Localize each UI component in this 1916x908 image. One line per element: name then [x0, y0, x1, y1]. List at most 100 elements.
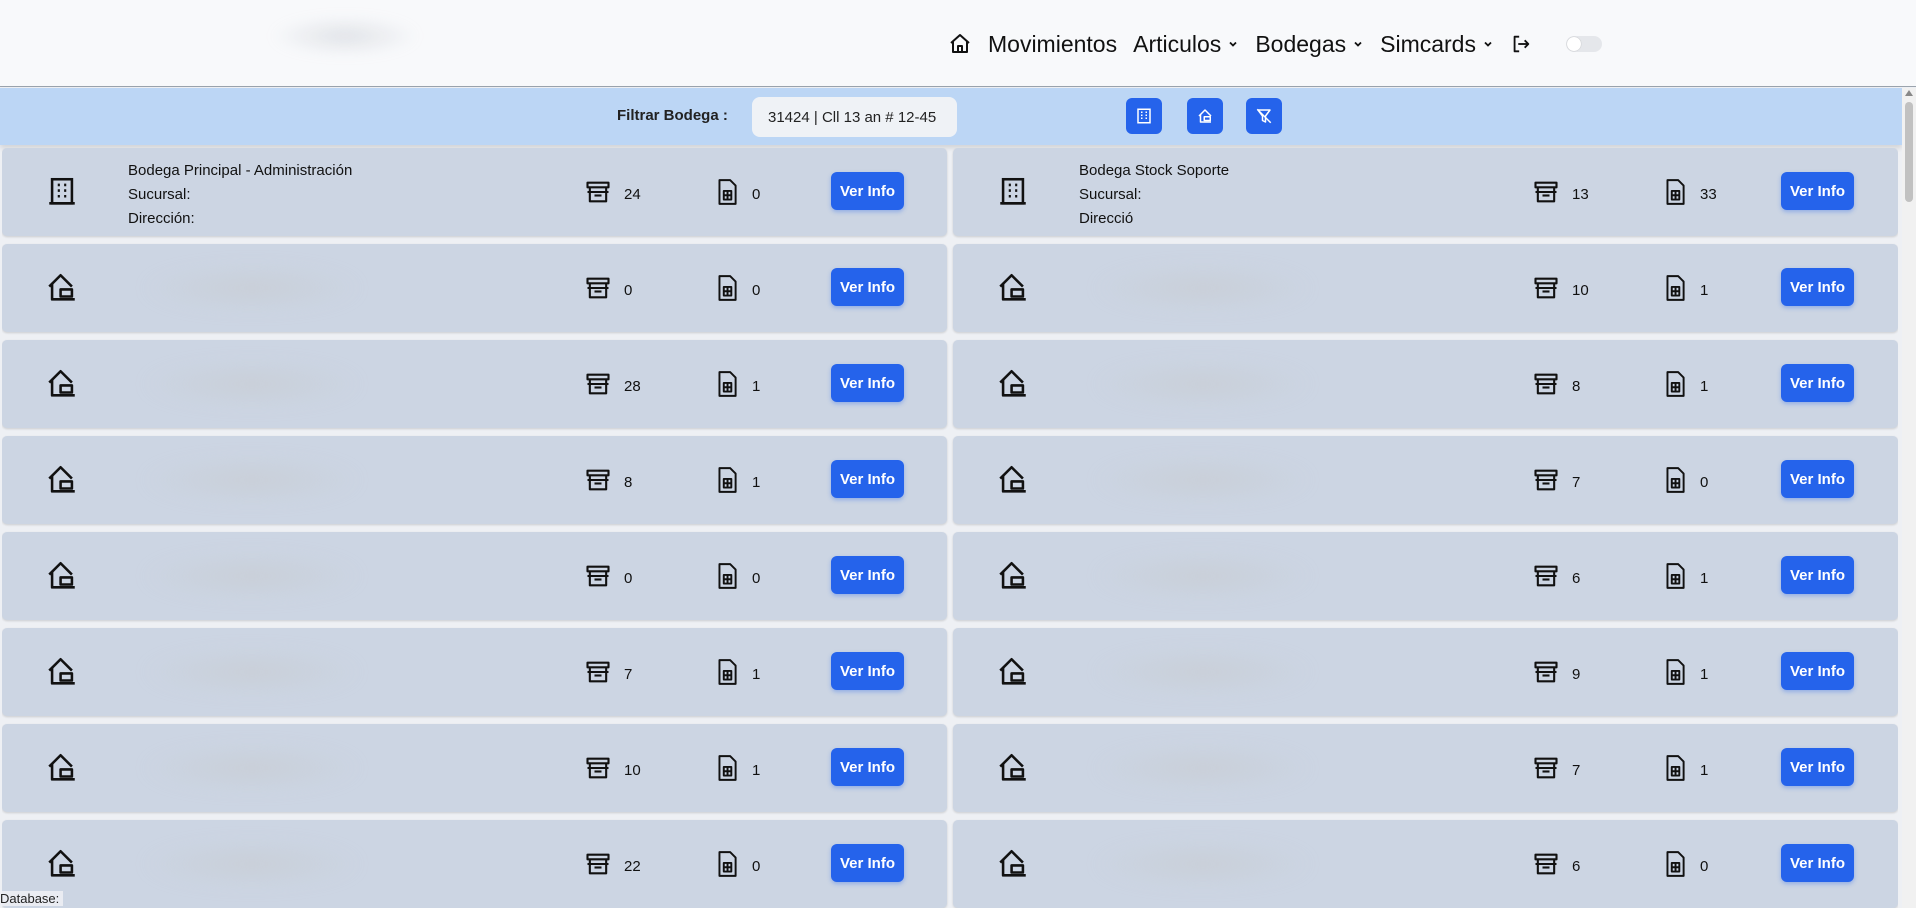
simcards-count-value: 1	[752, 377, 761, 395]
simcards-count: 1	[1662, 562, 1708, 594]
simcards-count-value: 0	[752, 281, 761, 299]
nav-articulos[interactable]: Articulos	[1133, 31, 1239, 58]
archive-icon	[584, 850, 612, 882]
redacted-text	[142, 840, 362, 888]
nav-simcards[interactable]: Simcards	[1380, 31, 1494, 58]
items-count: 24	[584, 178, 641, 210]
bodega-info: Bodega Principal - Administración Sucursa…	[128, 159, 352, 231]
simcards-count-value: 0	[1700, 473, 1709, 491]
bodega-card: Bodega Stock Soporte Sucursal: Direcció 13 3…	[953, 148, 1898, 236]
filter-bodega-input[interactable]	[752, 97, 957, 137]
items-count-value: 9	[1572, 665, 1581, 683]
ver-info-button[interactable]: Ver Info	[1781, 748, 1854, 786]
filter-clear-icon	[1256, 108, 1272, 124]
bodega-card: Bodega Principal - Administración Sucursa…	[2, 148, 947, 236]
items-count-value: 22	[624, 857, 641, 875]
bodega-card: 9 1 Ver Info	[953, 628, 1898, 716]
bodega-direccion: Direcció	[1079, 210, 1134, 227]
simcard-icon	[1662, 178, 1688, 210]
archive-icon	[1532, 562, 1560, 594]
simcard-icon	[714, 274, 740, 306]
bodega-card: 0 0 Ver Info	[2, 532, 947, 620]
scroll-thumb[interactable]	[1905, 102, 1913, 202]
ver-info-button[interactable]: Ver Info	[831, 172, 904, 210]
simcards-count-value: 1	[1700, 665, 1709, 683]
simcards-count: 33	[1662, 178, 1717, 210]
items-count-value: 8	[624, 473, 633, 491]
warehouse-home-icon	[45, 751, 79, 790]
filter-home-button[interactable]	[1187, 98, 1223, 134]
clear-filter-button[interactable]	[1246, 98, 1282, 134]
redacted-text	[1093, 360, 1313, 408]
ver-info-button[interactable]: Ver Info	[831, 652, 904, 690]
simcards-count: 1	[714, 754, 760, 786]
ver-info-button[interactable]: Ver Info	[831, 364, 904, 402]
items-count: 0	[584, 562, 632, 594]
ver-info-button[interactable]: Ver Info	[1781, 556, 1854, 594]
ver-info-button[interactable]: Ver Info	[1781, 364, 1854, 402]
items-count-value: 6	[1572, 857, 1581, 875]
redacted-text	[1093, 648, 1313, 696]
redacted-text	[1093, 744, 1313, 792]
simcards-count: 1	[1662, 274, 1708, 306]
bodega-card: 7 1 Ver Info	[953, 724, 1898, 812]
bodegas-grid: Bodega Principal - Administración Sucursa…	[2, 148, 1898, 908]
simcards-count: 1	[1662, 754, 1708, 786]
ver-info-button[interactable]: Ver Info	[831, 844, 904, 882]
archive-icon	[1532, 850, 1560, 882]
simcards-count: 0	[1662, 466, 1708, 498]
nav-movimientos[interactable]: Movimientos	[988, 31, 1117, 58]
simcards-count-value: 0	[752, 569, 761, 587]
scroll-up-arrow[interactable]	[1905, 90, 1913, 96]
archive-icon	[1532, 658, 1560, 690]
items-count: 10	[584, 754, 641, 786]
ver-info-button[interactable]: Ver Info	[1781, 172, 1854, 210]
simcard-icon	[714, 754, 740, 786]
archive-icon	[584, 658, 612, 690]
warehouse-home-icon	[996, 655, 1030, 694]
home-icon[interactable]	[948, 32, 972, 56]
ver-info-button[interactable]: Ver Info	[831, 556, 904, 594]
ver-info-button[interactable]: Ver Info	[831, 748, 904, 786]
theme-toggle[interactable]	[1565, 36, 1602, 52]
items-count-value: 24	[624, 185, 641, 203]
logo[interactable]	[270, 16, 420, 56]
simcard-icon	[1662, 562, 1688, 594]
simcards-count: 1	[1662, 370, 1708, 402]
top-navbar: Movimientos Articulos Bodegas Simcards	[0, 0, 1916, 87]
bodega-sucursal: Sucursal:	[1079, 186, 1142, 203]
simcards-count: 1	[1662, 658, 1708, 690]
simcard-icon	[1662, 274, 1688, 306]
items-count-value: 7	[624, 665, 633, 683]
bodega-card: 22 0 Ver Info	[2, 820, 947, 908]
ver-info-button[interactable]: Ver Info	[1781, 268, 1854, 306]
simcard-icon	[1662, 370, 1688, 402]
ver-info-button[interactable]: Ver Info	[1781, 460, 1854, 498]
filter-building-button[interactable]	[1126, 98, 1162, 134]
scrollbar[interactable]	[1902, 88, 1916, 908]
items-count-value: 10	[624, 761, 641, 779]
items-count: 9	[1532, 658, 1580, 690]
bodega-card: 10 1 Ver Info	[2, 724, 947, 812]
items-count: 13	[1532, 178, 1589, 210]
warehouse-home-icon	[45, 271, 79, 310]
nav-bodegas[interactable]: Bodegas	[1255, 31, 1364, 58]
warehouse-home-icon	[45, 655, 79, 694]
bodega-sucursal: Sucursal:	[128, 186, 191, 203]
items-count: 7	[1532, 466, 1580, 498]
ver-info-button[interactable]: Ver Info	[1781, 844, 1854, 882]
archive-icon	[1532, 370, 1560, 402]
simcards-count: 0	[1662, 850, 1708, 882]
warehouse-home-icon	[996, 847, 1030, 886]
logout-icon[interactable]	[1510, 33, 1532, 55]
warehouse-home-icon	[45, 559, 79, 598]
ver-info-button[interactable]: Ver Info	[1781, 652, 1854, 690]
simcards-count-value: 1	[1700, 281, 1709, 299]
filter-label: Filtrar Bodega :	[617, 107, 728, 124]
items-count: 8	[1532, 370, 1580, 402]
ver-info-button[interactable]: Ver Info	[831, 460, 904, 498]
items-count: 6	[1532, 562, 1580, 594]
items-count: 8	[584, 466, 632, 498]
ver-info-button[interactable]: Ver Info	[831, 268, 904, 306]
bodega-card: 0 0 Ver Info	[2, 244, 947, 332]
